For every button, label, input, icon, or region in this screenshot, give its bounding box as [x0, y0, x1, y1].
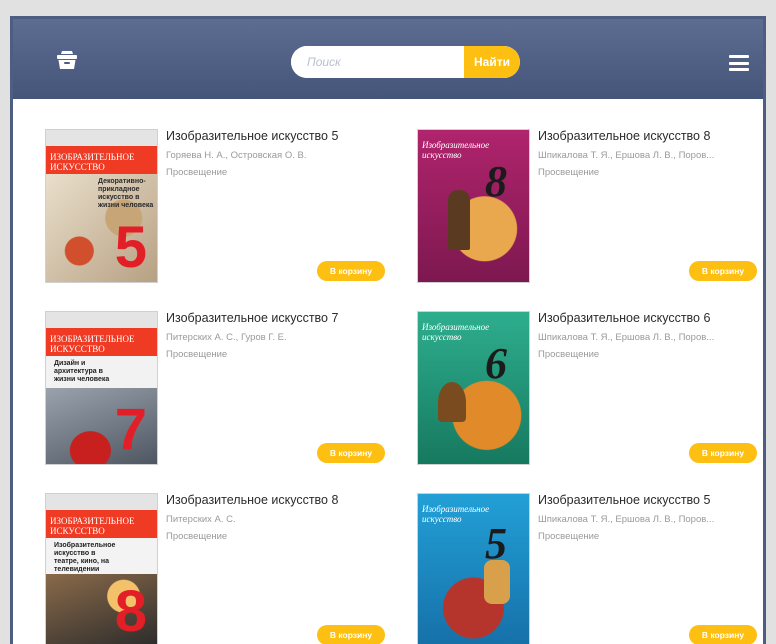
book-card[interactable]: Изобразительное искусство Изобразительно… — [45, 493, 385, 644]
cover-grade: 8 — [485, 157, 507, 206]
book-publisher: Просвещение — [166, 531, 228, 542]
cover-grade: 5 — [485, 519, 507, 568]
book-publisher: Просвещение — [538, 349, 600, 360]
search-box: Найти — [291, 46, 520, 78]
cover-grade: 7 — [114, 397, 147, 462]
cover-subtitle: Изобразительное искусство в театре, кино… — [54, 542, 116, 573]
book-card[interactable]: Изобразительное искусство 8 Изобразитель… — [417, 129, 757, 283]
basket-icon[interactable] — [55, 48, 79, 72]
cover-art — [448, 190, 470, 250]
book-publisher: Просвещение — [166, 349, 228, 360]
menu-icon[interactable] — [729, 55, 749, 71]
book-publisher: Просвещение — [538, 167, 600, 178]
book-authors: Питерских А. С., Гуров Г. Е. — [166, 332, 287, 343]
add-to-cart-button[interactable]: В корзину — [689, 625, 757, 644]
cover-grade: 6 — [485, 339, 507, 388]
cover-subtitle: Декоративно-прикладное искусство в жизни… — [98, 178, 154, 209]
search-input[interactable] — [291, 46, 464, 78]
book-list: Изобразительное искусство Декоративно-пр… — [13, 99, 763, 644]
add-to-cart-button[interactable]: В корзину — [317, 625, 385, 644]
book-cover[interactable]: Изобразительное искусство 6 — [417, 311, 530, 465]
cover-art — [438, 382, 466, 422]
book-authors: Питерских А. С. — [166, 514, 236, 525]
header-bar: Найти — [13, 19, 763, 99]
book-title[interactable]: Изобразительное искусство 5 — [166, 129, 386, 143]
cover-grade: 5 — [114, 215, 147, 280]
book-cover[interactable]: Изобразительное искусство 8 — [417, 129, 530, 283]
book-cover[interactable]: Изобразительное искусство Дизайн и архит… — [45, 311, 158, 465]
book-title[interactable]: Изобразительное искусство 8 — [166, 493, 386, 507]
cover-title: Изобразительное искусство — [50, 334, 135, 354]
book-authors: Шпикалова Т. Я., Ершова Л. В., Поров... — [538, 332, 715, 343]
book-authors: Шпикалова Т. Я., Ершова Л. В., Поров... — [538, 150, 715, 161]
book-title[interactable]: Изобразительное искусство 5 — [538, 493, 758, 507]
book-cover[interactable]: Изобразительное искусство 5 — [417, 493, 530, 644]
menu-line — [729, 55, 749, 58]
book-publisher: Просвещение — [538, 531, 600, 542]
cover-subtitle: Дизайн и архитектура в жизни человека — [54, 360, 110, 383]
cover-grade: 8 — [114, 579, 147, 644]
cover-title: Изобразительное искусство — [422, 140, 490, 160]
book-cover[interactable]: Изобразительное искусство Декоративно-пр… — [45, 129, 158, 283]
book-title[interactable]: Изобразительное искусство 8 — [538, 129, 758, 143]
cover-title: Изобразительное искусство — [422, 322, 490, 342]
add-to-cart-button[interactable]: В корзину — [317, 261, 385, 281]
book-card[interactable]: Изобразительное искусство 5 Изобразитель… — [417, 493, 757, 644]
add-to-cart-button[interactable]: В корзину — [689, 443, 757, 463]
cover-title: Изобразительное искусство — [50, 516, 135, 536]
book-card[interactable]: Изобразительное искусство Дизайн и архит… — [45, 311, 385, 465]
cover-title: Изобразительное искусство — [50, 152, 135, 172]
add-to-cart-button[interactable]: В корзину — [317, 443, 385, 463]
book-publisher: Просвещение — [166, 167, 228, 178]
book-card[interactable]: Изобразительное искусство 6 Изобразитель… — [417, 311, 757, 465]
book-authors: Горяева Н. А., Островская О. В. — [166, 150, 307, 161]
add-to-cart-button[interactable]: В корзину — [689, 261, 757, 281]
cover-title: Изобразительное искусство — [422, 504, 490, 524]
search-button[interactable]: Найти — [464, 46, 520, 78]
book-cover[interactable]: Изобразительное искусство Изобразительно… — [45, 493, 158, 644]
book-title[interactable]: Изобразительное искусство 6 — [538, 311, 758, 325]
menu-line — [729, 61, 749, 65]
menu-line — [729, 68, 749, 71]
app-frame: Найти Изобразительное искусство Декорати… — [10, 16, 766, 644]
book-authors: Шпикалова Т. Я., Ершова Л. В., Поров... — [538, 514, 715, 525]
book-card[interactable]: Изобразительное искусство Декоративно-пр… — [45, 129, 385, 283]
book-title[interactable]: Изобразительное искусство 7 — [166, 311, 386, 325]
